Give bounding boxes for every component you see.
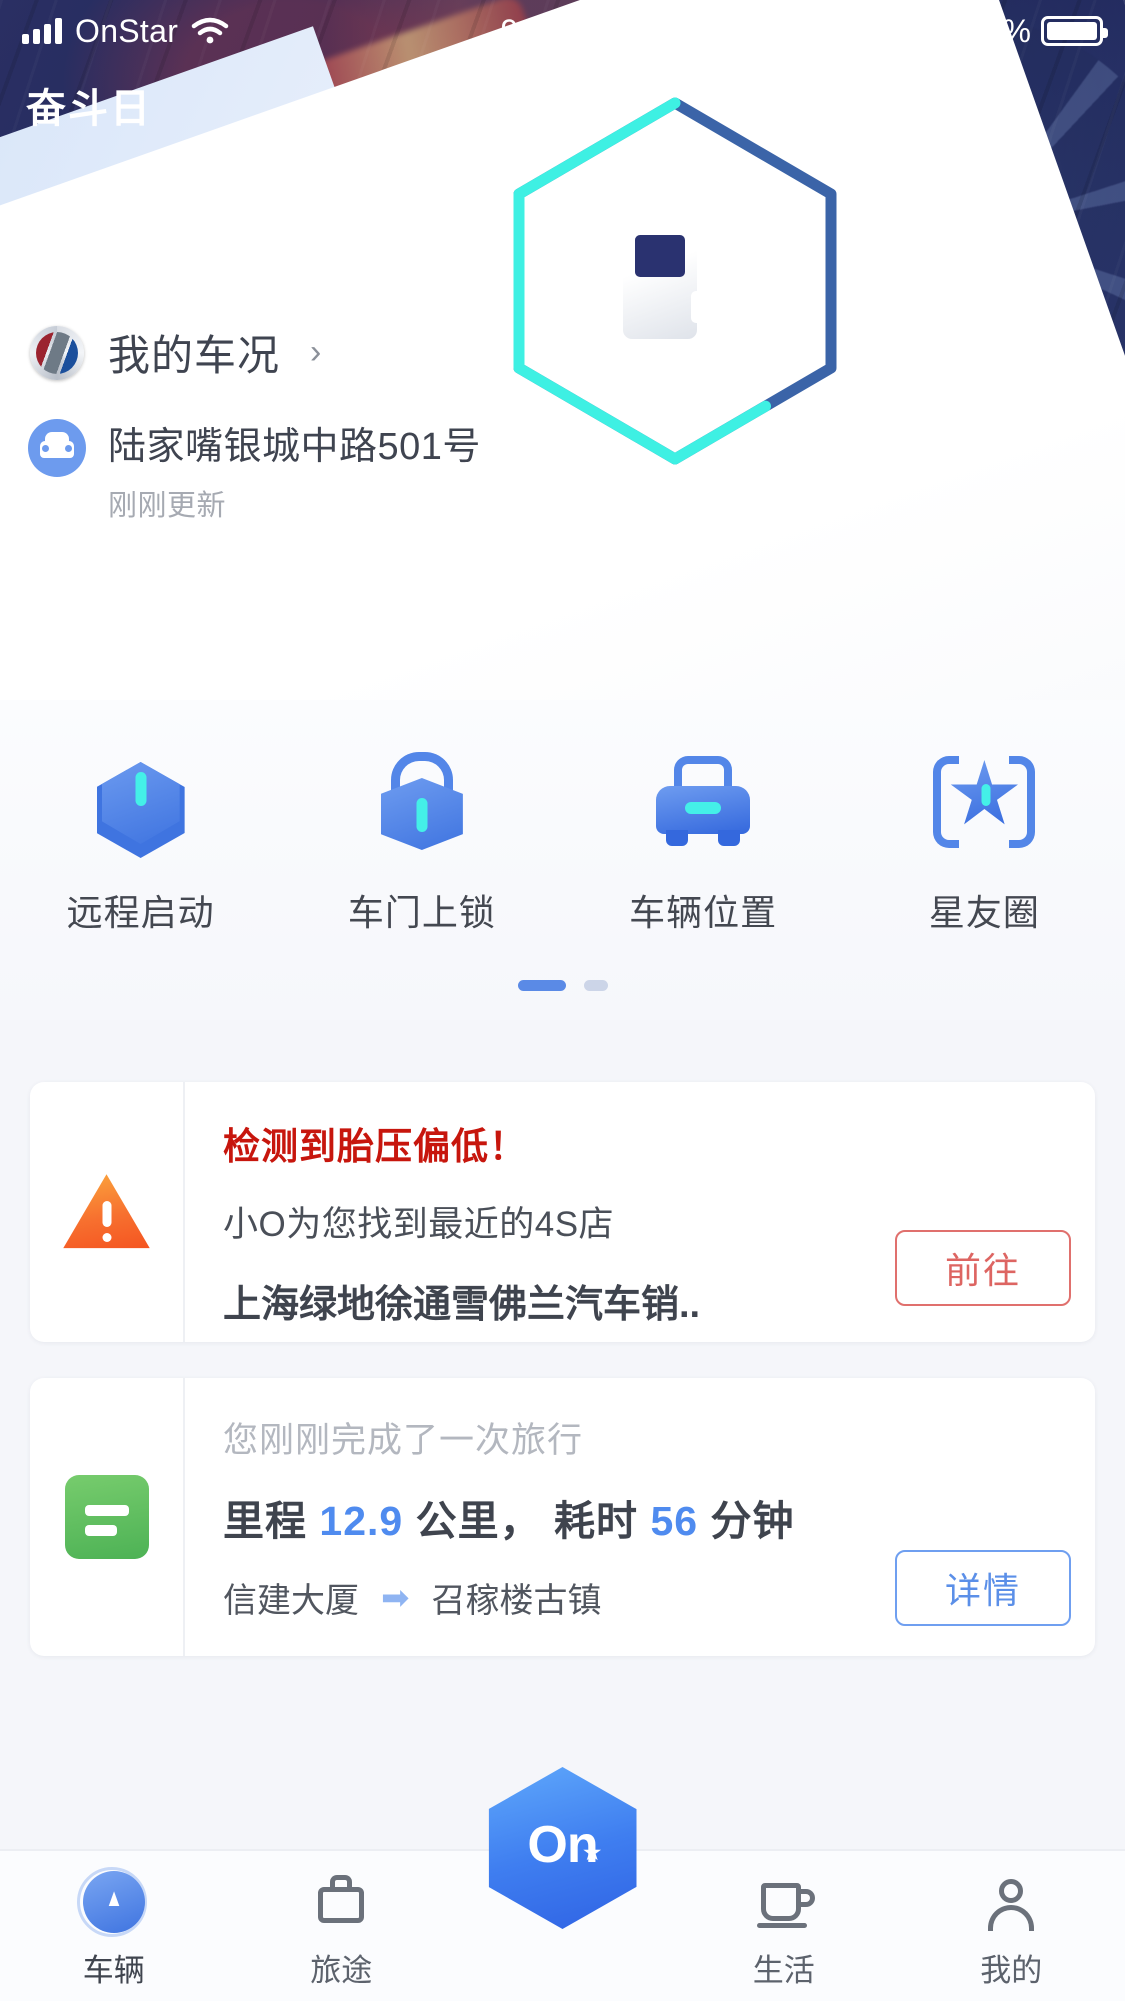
quick-action-star-circle[interactable]: 星友圈 (844, 748, 1125, 936)
carrier-label: OnStar (75, 12, 179, 49)
arrow-right-icon: ➡ (381, 1578, 410, 1617)
my-car-status-link[interactable]: 我的车况 › (30, 322, 321, 383)
pagination-dot[interactable] (583, 980, 608, 991)
bluetooth-icon: ⌁ (919, 12, 940, 50)
tire-pressure-alert-card[interactable]: 检测到胎压偏低！ 小O为您找到最近的4S店 上海绿地徐通雪佛兰汽车销.. 前往 (30, 1082, 1095, 1342)
quick-action-label: 远程启动 (66, 892, 215, 933)
quick-action-label: 车门上锁 (347, 892, 496, 933)
duration-prefix: 耗时 (554, 1498, 639, 1544)
duration-value: 56 (650, 1498, 699, 1544)
hero-header: 燃油余量 OnStar 9:41 AM ⌁ 100% 奋斗日 我的车况 › 陆家… (0, 0, 1125, 700)
carousel-pagination[interactable] (0, 980, 1125, 991)
duration-unit: 分钟 (710, 1498, 795, 1544)
trip-detail-button[interactable]: 详情 (895, 1550, 1071, 1626)
star-badge-icon: ★ (581, 1839, 603, 1865)
clock: 9:41 AM (500, 12, 618, 49)
door-lock-icon (367, 748, 477, 858)
distance-prefix: 里程 (223, 1498, 307, 1544)
tab-label: 生活 (752, 1953, 815, 1988)
quick-action-car-location[interactable]: 车辆位置 (563, 748, 844, 936)
car-location-icon (28, 419, 86, 477)
car-front-icon (648, 748, 758, 858)
briefcase-icon (308, 1871, 374, 1933)
tab-label: 车辆 (82, 1953, 145, 1988)
tab-life[interactable]: 生活 (670, 1871, 898, 1990)
recent-trip-card[interactable]: 您刚刚完成了一次旅行 里程 12.9 公里， 耗时 56 分钟 信建大厦 ➡ 召… (30, 1378, 1095, 1656)
tab-mine[interactable]: 我的 (898, 1871, 1125, 1990)
signal-bars-icon (22, 18, 62, 44)
remote-start-hex-icon (86, 748, 196, 858)
navigate-button[interactable]: 前往 (895, 1230, 1071, 1306)
onstar-fab-button[interactable]: On ★ (488, 1767, 637, 1929)
warning-triangle-icon (61, 1171, 153, 1253)
page-title: 奋斗日 (26, 87, 152, 131)
fab-label: On (527, 1816, 598, 1874)
trip-list-icon (64, 1475, 149, 1559)
fuel-label: 燃油余量 (598, 365, 751, 406)
battery-percent-label: 100% (949, 12, 1031, 49)
tab-label: 旅途 (310, 1953, 373, 1988)
vehicle-icon (76, 1867, 147, 1937)
trip-icon-box (30, 1378, 185, 1656)
buick-logo-icon (30, 325, 84, 380)
my-car-label: 我的车况 (108, 332, 281, 379)
star-circle-icon (929, 748, 1039, 858)
alert-dealer-name: 上海绿地徐通雪佛兰汽车销.. (223, 1284, 701, 1326)
pagination-dot-active[interactable] (517, 980, 566, 991)
distance-value: 12.9 (319, 1498, 404, 1544)
alert-title: 检测到胎压偏低！ (223, 1126, 527, 1167)
vehicle-location-row[interactable]: 陆家嘴银城中路501号 刚刚更新 (28, 415, 481, 524)
location-address: 陆家嘴银城中路501号 (108, 426, 481, 468)
quick-action-label: 星友圈 (928, 892, 1040, 933)
battery-icon (1041, 16, 1108, 46)
alert-icon-box (30, 1082, 185, 1342)
trip-heading: 您刚刚完成了一次旅行 (223, 1421, 584, 1460)
quick-action-remote-start[interactable]: 远程启动 (0, 748, 281, 936)
fuel-gauge[interactable]: 燃油余量 (505, 95, 845, 467)
quick-action-door-lock[interactable]: 车门上锁 (281, 748, 562, 936)
cup-icon (751, 1871, 817, 1933)
tab-journey[interactable]: 旅途 (228, 1871, 456, 1990)
chevron-right-icon: › (310, 333, 322, 371)
status-bar: OnStar 9:41 AM ⌁ 100% (0, 0, 1125, 62)
distance-unit: 公里， (415, 1498, 542, 1544)
location-updated: 刚刚更新 (108, 490, 227, 522)
person-icon (978, 1871, 1044, 1933)
tab-label: 我的 (980, 1953, 1043, 1988)
trip-destination: 召稼楼古镇 (431, 1582, 602, 1620)
quick-actions-row: 远程启动 车门上锁 车辆位置 星友圈 (0, 700, 1125, 1020)
fuel-pump-icon (623, 223, 725, 339)
tab-vehicle[interactable]: 车辆 (0, 1867, 228, 1990)
trip-stats: 里程 12.9 公里， 耗时 56 分钟 (223, 1487, 1065, 1547)
quick-action-label: 车辆位置 (629, 892, 778, 933)
trip-origin: 信建大厦 (223, 1582, 359, 1620)
